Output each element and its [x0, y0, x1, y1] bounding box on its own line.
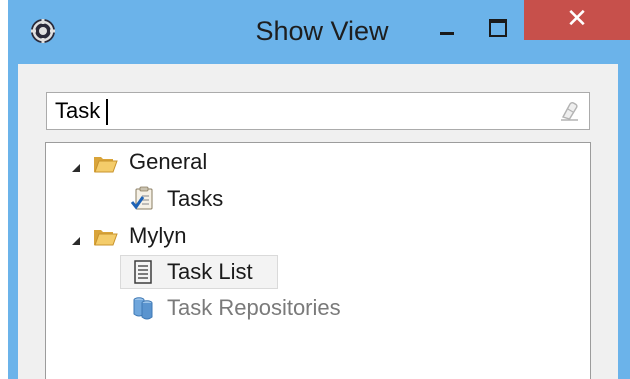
category-general-label[interactable]: General: [129, 149, 207, 175]
filter-field[interactable]: [46, 92, 590, 130]
collapse-triangle-icon[interactable]: [70, 162, 82, 174]
view-tasks-label[interactable]: Tasks: [167, 186, 223, 212]
minimize-icon: [440, 32, 454, 35]
maximize-button[interactable]: [480, 6, 514, 44]
folder-open-icon: [94, 157, 118, 173]
close-icon: ✕: [566, 4, 588, 34]
title-bar[interactable]: Show View ✕: [8, 0, 630, 52]
view-task-list-label[interactable]: Task List: [167, 259, 253, 285]
maximize-icon: [489, 19, 507, 37]
view-tree[interactable]: General Tasks Mylyn Task List Task Repos…: [45, 142, 591, 379]
task-list-icon: [134, 260, 152, 284]
category-mylyn-label[interactable]: Mylyn: [129, 223, 186, 249]
folder-open-icon: [94, 230, 118, 246]
show-view-dialog: Show View ✕ Task General Tasks Mylyn Tas…: [8, 0, 630, 379]
filter-input[interactable]: [55, 93, 535, 129]
dialog-content: General Tasks Mylyn: [18, 64, 618, 379]
clear-filter-icon[interactable]: [557, 99, 581, 123]
close-button[interactable]: ✕: [524, 0, 630, 40]
view-task-repositories-label[interactable]: Task Repositories: [167, 295, 341, 321]
task-repositories-icon: [133, 297, 153, 320]
collapse-triangle-icon[interactable]: [70, 235, 82, 247]
text-caret: [106, 99, 108, 125]
tasks-icon: [130, 186, 153, 210]
minimize-button[interactable]: [432, 6, 462, 44]
